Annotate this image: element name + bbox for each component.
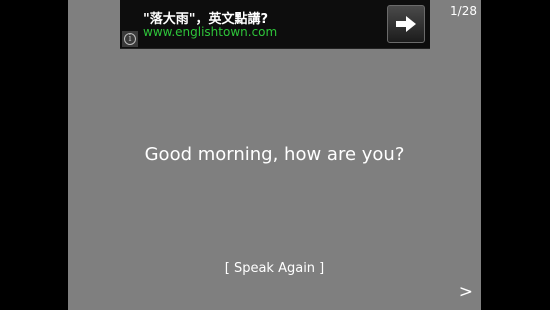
ad-banner[interactable]: "落大雨"，英文點講? www.englishtown.com i	[120, 0, 430, 49]
phrase-text: Good morning, how are you?	[144, 144, 405, 165]
speak-again-button[interactable]: [ Speak Again ]	[68, 261, 481, 276]
app-screen: "落大雨"，英文點講? www.englishtown.com i 1/28 G…	[68, 0, 481, 310]
ad-url: www.englishtown.com	[143, 25, 278, 39]
arrow-right-icon[interactable]	[387, 5, 425, 43]
next-button[interactable]: >	[459, 282, 473, 302]
info-icon[interactable]: i	[122, 31, 138, 47]
page-counter: 1/28	[450, 4, 477, 18]
